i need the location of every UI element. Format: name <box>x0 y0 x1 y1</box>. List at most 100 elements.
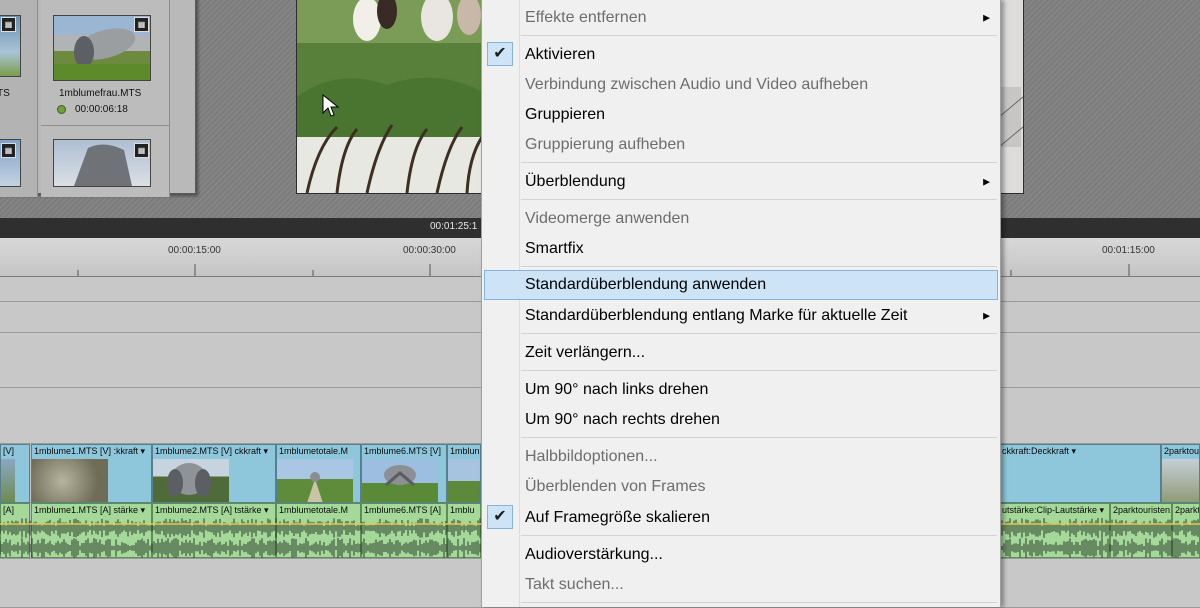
audio-clip-1mblumetotale[interactable]: 1mblumetotale.M <box>276 503 361 558</box>
clip-label: 1mblu <box>450 505 475 515</box>
menu-item-standardueberblendung-anwenden[interactable]: Standardüberblendung anwenden <box>484 270 998 300</box>
audio-clip-1mblume6[interactable]: 1mblume6.MTS [A] <box>361 503 447 558</box>
video-clip-1mblume2[interactable]: 1mblume2.MTS [V] ckkraft ▾ <box>152 444 276 503</box>
menu-separator <box>521 437 997 438</box>
video-clip-2parktouristen[interactable]: 2parktou <box>1161 444 1200 503</box>
clip-label: 2parktouristen.MTS <box>1113 505 1172 515</box>
audio-clip-1mblume1[interactable]: 1mblume1.MTS [A] stärke ▾ <box>31 503 152 558</box>
clip-label: 1mblume2.MTS [A] tstärke ▾ <box>155 505 269 515</box>
clip-label: 1mblume6.MTS [A] <box>364 505 442 515</box>
menu-item-label: Videomerge anwenden <box>525 210 690 227</box>
menu-separator <box>521 333 997 334</box>
menu-item-label: Überblenden von Frames <box>525 478 706 495</box>
menu-item-rechts-drehen[interactable]: Um 90° nach rechts drehen <box>484 405 998 435</box>
menu-item-ueberblenden-von-frames[interactable]: Überblenden von Frames <box>484 472 998 502</box>
film-icon: ▦ <box>1 17 16 32</box>
menu-item-halbbildoptionen[interactable]: Halbbildoptionen... <box>484 442 998 472</box>
film-icon: ▦ <box>134 17 149 32</box>
menu-item-label: Verbindung zwischen Audio und Video aufh… <box>525 76 869 93</box>
menu-item-links-drehen[interactable]: Um 90° nach links drehen <box>484 375 998 405</box>
video-clip[interactable]: ckkraft:Deckkraft ▾ <box>999 444 1161 503</box>
audio-clip[interactable]: 1mblu <box>447 503 481 558</box>
video-clip-1mblume6[interactable]: 1mblume6.MTS [V] <box>361 444 447 503</box>
clip-thumbnail <box>1 459 15 502</box>
menu-item-label: Um 90° nach links drehen <box>525 381 709 398</box>
menu-item-label: Audioverstärkung... <box>525 546 663 563</box>
clip-label: 1mblume1.MTS [V] :kkraft ▾ <box>34 446 146 456</box>
film-icon: ▦ <box>134 143 149 158</box>
clip-thumbnail <box>448 459 480 502</box>
status-dot-icon <box>57 105 66 114</box>
video-clip-1mblumetotale[interactable]: 1mblumetotale.M <box>276 444 361 503</box>
audio-clip[interactable]: utstärke:Clip-Lautstärke ▾ <box>999 503 1110 558</box>
menu-separator <box>521 162 997 163</box>
menu-item-label: Gruppierung aufheben <box>525 136 686 153</box>
clip-label: 2parktou <box>1164 446 1200 456</box>
menu-item-aktivieren[interactable]: ✔ Aktivieren <box>484 40 998 70</box>
menu-item-zeit-verlaengern[interactable]: Zeit verlängern... <box>484 338 998 368</box>
context-menu: Effekte entfernen ▶ ✔ Aktivieren Verbind… <box>481 0 1001 607</box>
clip-label: 1mblumetotale.M <box>279 505 349 515</box>
clip-label: 2parktour <box>1175 505 1200 515</box>
menu-item-videomerge[interactable]: Videomerge anwenden <box>484 204 998 234</box>
video-clip[interactable]: [V] <box>0 444 30 503</box>
video-clip-1mblume1[interactable]: 1mblume1.MTS [V] :kkraft ▾ <box>31 444 152 503</box>
menu-item-label: Überblendung <box>525 173 626 190</box>
audio-clip[interactable]: [A] <box>0 503 30 558</box>
menu-item-label: Takt suchen... <box>525 576 624 593</box>
clip-thumbnail <box>32 459 108 502</box>
audio-clip-1mblume2[interactable]: 1mblume2.MTS [A] tstärke ▾ <box>152 503 276 558</box>
clip-duration: 00:00:06:18 <box>75 104 128 115</box>
menu-item-smartfix[interactable]: Smartfix <box>484 234 998 264</box>
menu-separator <box>521 266 997 267</box>
menu-item-label: Smartfix <box>525 240 584 257</box>
media-bin-column: ▦ TS ▦ <box>0 0 38 197</box>
current-time-display: 00:01:25:1 <box>430 221 478 232</box>
clip-thumbnail <box>362 459 438 502</box>
menu-item-gruppierung-aufheben[interactable]: Gruppierung aufheben <box>484 130 998 160</box>
ruler-label: 00:00:15:00 <box>168 245 221 256</box>
menu-item-auf-framegroesse-skalieren[interactable]: ✔ Auf Framegröße skalieren <box>484 503 998 533</box>
menu-item-effekte-entfernen[interactable]: Effekte entfernen ▶ <box>484 3 998 33</box>
menu-item-verbindung-aufheben[interactable]: Verbindung zwischen Audio und Video aufh… <box>484 70 998 100</box>
submenu-arrow-icon: ▶ <box>983 12 990 23</box>
ruler-label: 00:00:30:00 <box>403 245 456 256</box>
submenu-arrow-icon: ▶ <box>983 176 990 187</box>
menu-item-label: Auf Framegröße skalieren <box>525 509 710 526</box>
film-icon: ▦ <box>1 143 16 158</box>
ruler-label: 00:01:15:00 <box>1102 245 1155 256</box>
menu-item-label: Um 90° nach rechts drehen <box>525 411 720 428</box>
menu-item-label: Standardüberblendung anwenden <box>525 276 767 293</box>
audio-clip[interactable]: 2parktour <box>1172 503 1200 558</box>
clip-label: [A] <box>3 505 15 515</box>
clip-label: 1mblume1.MTS [A] stärke ▾ <box>34 505 146 515</box>
menu-item-label: Halbbildoptionen... <box>525 448 658 465</box>
menu-item-label: Gruppieren <box>525 106 606 123</box>
menu-separator <box>521 199 997 200</box>
video-clip[interactable]: 1mblun <box>447 444 481 503</box>
menu-separator <box>521 35 997 36</box>
clip-label: 1mblume2.MTS [V] ckkraft ▾ <box>155 446 269 456</box>
clip-label: 1mblumetotale.M <box>279 446 349 456</box>
clip-name: 1mblumefrau.MTS <box>59 88 142 99</box>
menu-separator <box>521 370 997 371</box>
audio-clip-2parktouristen[interactable]: 2parktouristen.MTS <box>1110 503 1172 558</box>
menu-item-gruppieren[interactable]: Gruppieren <box>484 100 998 130</box>
clip-label: 1mblume6.MTS [V] <box>364 446 442 456</box>
menu-item-audioverstaerkung[interactable]: Audioverstärkung... <box>484 540 998 570</box>
preview-frame-image <box>999 0 1023 193</box>
submenu-arrow-icon: ▶ <box>983 310 990 321</box>
clip-label: ckkraft:Deckkraft ▾ <box>1002 446 1077 456</box>
divider <box>41 125 169 126</box>
menu-item-label: Effekte entfernen <box>525 9 647 26</box>
media-bin-panel: ▦ TS ▦ ▦ 1mblumefrau.MTS 00:00:06:18 ▦ <box>0 0 196 197</box>
preview-monitor-secondary[interactable] <box>998 0 1024 194</box>
menu-item-standardueberblendung-marke[interactable]: Standardüberblendung entlang Marke für a… <box>484 301 998 331</box>
menu-item-takt-suchen[interactable]: Takt suchen... <box>484 570 998 600</box>
mouse-pointer-icon <box>322 94 340 117</box>
clip-thumbnail <box>153 459 229 502</box>
clip-label: utstärke:Clip-Lautstärke ▾ <box>1002 505 1105 515</box>
menu-item-label: Aktivieren <box>525 46 596 63</box>
menu-item-ueberblendung[interactable]: Überblendung ▶ <box>484 167 998 197</box>
checkmark-icon: ✔ <box>487 42 513 66</box>
